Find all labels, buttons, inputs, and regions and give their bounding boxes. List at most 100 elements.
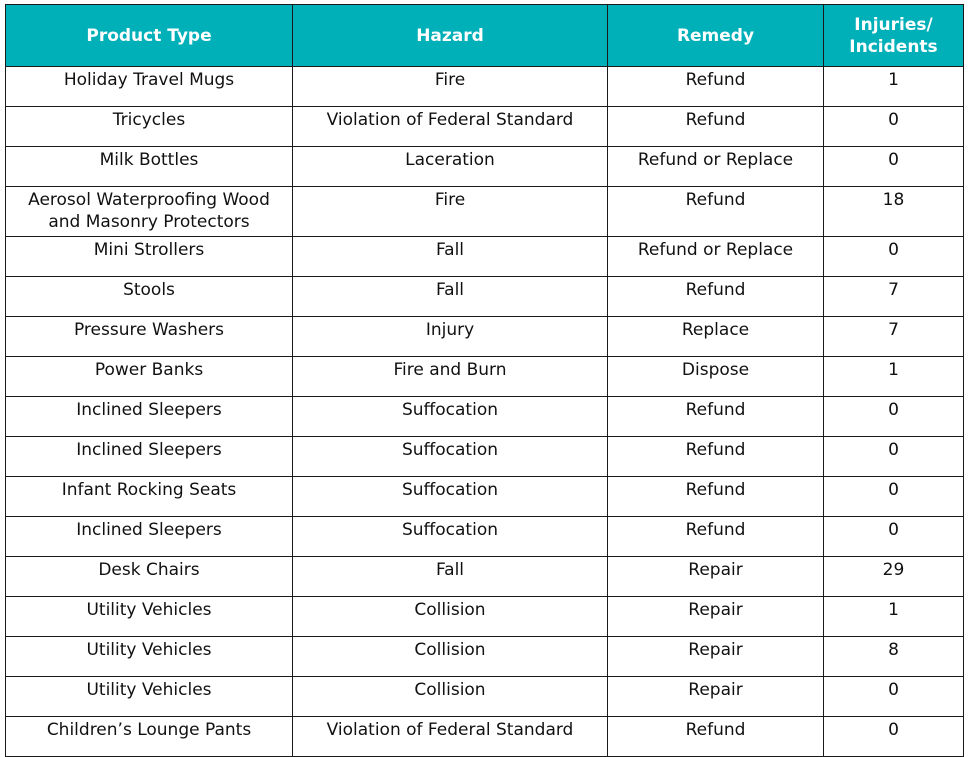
table-row: Children’s Lounge Pants Violation of Fede… bbox=[5, 716, 964, 757]
product-type-text: Desk Chairs bbox=[98, 560, 200, 580]
cell-product-type: Infant Rocking Seats bbox=[5, 476, 293, 517]
cell-product-type: Inclined Sleepers bbox=[5, 396, 293, 437]
column-header-label: Incidents bbox=[849, 36, 938, 57]
cell-remedy: Refund bbox=[607, 396, 824, 437]
cell-hazard: Fall bbox=[292, 556, 608, 597]
column-header-hazard: Hazard bbox=[292, 4, 608, 67]
cell-hazard: Collision bbox=[292, 636, 608, 677]
product-type-text: Inclined Sleepers bbox=[76, 520, 222, 540]
cell-injuries: 1 bbox=[823, 356, 964, 397]
column-header-label: Injuries/ bbox=[854, 14, 933, 35]
cell-hazard: Injury bbox=[292, 316, 608, 357]
table-row: Utility Vehicles Collision Repair 1 bbox=[5, 596, 964, 637]
column-header-label: Hazard bbox=[416, 25, 484, 46]
cell-hazard: Suffocation bbox=[292, 476, 608, 517]
cell-product-type: Tricycles bbox=[5, 106, 293, 147]
product-type-text: Power Banks bbox=[94, 360, 204, 380]
cell-product-type: Aerosol Waterproofing Wood and Masonry Pr… bbox=[5, 186, 293, 237]
cell-product-type: Inclined Sleepers bbox=[5, 516, 293, 557]
product-type-text: Utility Vehicles bbox=[86, 600, 212, 620]
column-header-label: Remedy bbox=[676, 25, 755, 46]
table-body: Holiday Travel Mugs Fire Refund 1 Tricycles V… bbox=[5, 66, 964, 757]
cell-product-type: Utility Vehicles bbox=[5, 596, 293, 637]
cell-injuries: 0 bbox=[823, 716, 964, 757]
cell-injuries: 1 bbox=[823, 66, 964, 107]
product-type-text: Tricycles bbox=[112, 110, 186, 130]
table-row: Mini Strollers Fall Refund or Replace 0 bbox=[5, 236, 964, 277]
cell-injuries: 8 bbox=[823, 636, 964, 677]
cell-product-type: Holiday Travel Mugs bbox=[5, 66, 293, 107]
cell-remedy: Refund bbox=[607, 476, 824, 517]
header-row: Product Type Hazard Remedy Injuries/Inciden… bbox=[5, 4, 964, 67]
table-row: Aerosol Waterproofing Wood and Masonry Pr… bbox=[5, 186, 964, 237]
product-type-text: Infant Rocking Seats bbox=[61, 480, 237, 500]
cell-remedy: Repair bbox=[607, 596, 824, 637]
cell-remedy: Refund bbox=[607, 66, 824, 107]
cell-hazard: Collision bbox=[292, 676, 608, 717]
cell-hazard: Laceration bbox=[292, 146, 608, 187]
table-row: Power Banks Fire and Burn Dispose 1 bbox=[5, 356, 964, 397]
product-type-text: Inclined Sleepers bbox=[76, 400, 222, 420]
cell-remedy: Refund or Replace bbox=[607, 236, 824, 277]
cell-injuries: 29 bbox=[823, 556, 964, 597]
cell-product-type: Children’s Lounge Pants bbox=[5, 716, 293, 757]
cell-hazard: Fire and Burn bbox=[292, 356, 608, 397]
table-row: Infant Rocking Seats Suffocation Refund 0 bbox=[5, 476, 964, 517]
cell-product-type: Mini Strollers bbox=[5, 236, 293, 277]
cell-hazard: Suffocation bbox=[292, 396, 608, 437]
cell-injuries: 0 bbox=[823, 236, 964, 277]
cell-product-type: Inclined Sleepers bbox=[5, 436, 293, 477]
cell-hazard: Suffocation bbox=[292, 516, 608, 557]
cell-remedy: Repair bbox=[607, 556, 824, 597]
cell-hazard: Violation of Federal Standard bbox=[292, 106, 608, 147]
cell-remedy: Repair bbox=[607, 636, 824, 677]
cell-injuries: 7 bbox=[823, 276, 964, 317]
cell-injuries: 0 bbox=[823, 146, 964, 187]
product-type-text: Holiday Travel Mugs bbox=[63, 70, 235, 90]
cell-remedy: Replace bbox=[607, 316, 824, 357]
cell-hazard: Fire bbox=[292, 66, 608, 107]
table-row: Milk Bottles Laceration Refund or Replace 0 bbox=[5, 146, 964, 187]
cell-injuries: 0 bbox=[823, 476, 964, 517]
cell-injuries: 0 bbox=[823, 676, 964, 717]
cell-hazard: Violation of Federal Standard bbox=[292, 716, 608, 757]
cell-product-type: Pressure Washers bbox=[5, 316, 293, 357]
cell-product-type: Stools bbox=[5, 276, 293, 317]
recalls-table: Product Type Hazard Remedy Injuries/Inciden… bbox=[5, 4, 964, 757]
table-row: Pressure Washers Injury Replace 7 bbox=[5, 316, 964, 357]
product-type-text: Inclined Sleepers bbox=[76, 440, 222, 460]
table-row: Inclined Sleepers Suffocation Refund 0 bbox=[5, 396, 964, 437]
cell-remedy: Refund bbox=[607, 276, 824, 317]
cell-injuries: 0 bbox=[823, 106, 964, 147]
cell-remedy: Repair bbox=[607, 676, 824, 717]
column-header-injuries: Injuries/Incidents bbox=[823, 4, 964, 67]
cell-injuries: 0 bbox=[823, 436, 964, 477]
table-row: Inclined Sleepers Suffocation Refund 0 bbox=[5, 516, 964, 557]
cell-injuries: 1 bbox=[823, 596, 964, 637]
table-row: Utility Vehicles Collision Repair 0 bbox=[5, 676, 964, 717]
cell-product-type: Desk Chairs bbox=[5, 556, 293, 597]
cell-product-type: Power Banks bbox=[5, 356, 293, 397]
product-type-text: Milk Bottles bbox=[99, 150, 199, 170]
product-type-text: Mini Strollers bbox=[93, 240, 205, 260]
cell-remedy: Refund bbox=[607, 716, 824, 757]
table-row: Desk Chairs Fall Repair 29 bbox=[5, 556, 964, 597]
cell-injuries: 7 bbox=[823, 316, 964, 357]
cell-remedy: Refund bbox=[607, 106, 824, 147]
cell-remedy: Refund bbox=[607, 186, 824, 237]
cell-remedy: Refund bbox=[607, 436, 824, 477]
cell-hazard: Suffocation bbox=[292, 436, 608, 477]
cell-remedy: Dispose bbox=[607, 356, 824, 397]
cell-hazard: Collision bbox=[292, 596, 608, 637]
table-row: Inclined Sleepers Suffocation Refund 0 bbox=[5, 436, 964, 477]
cell-injuries: 0 bbox=[823, 516, 964, 557]
cell-product-type: Milk Bottles bbox=[5, 146, 293, 187]
product-type-text: Stools bbox=[123, 280, 175, 300]
table-row: Utility Vehicles Collision Repair 8 bbox=[5, 636, 964, 677]
product-type-text: Children’s Lounge Pants bbox=[46, 720, 252, 740]
cell-product-type: Utility Vehicles bbox=[5, 636, 293, 677]
column-header-product: Product Type bbox=[5, 4, 293, 67]
table-row: Stools Fall Refund 7 bbox=[5, 276, 964, 317]
table-row: Holiday Travel Mugs Fire Refund 1 bbox=[5, 66, 964, 107]
product-type-text: Pressure Washers bbox=[73, 320, 225, 340]
